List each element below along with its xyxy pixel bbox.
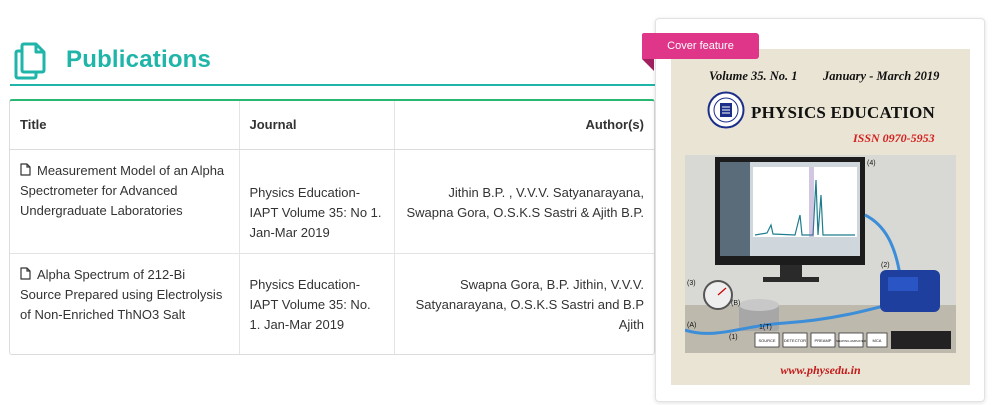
photo-label-1: (1) [729, 334, 738, 341]
title-cell: Measurement Model of an Alpha Spectromet… [10, 149, 240, 254]
photo-label-3: (3) [687, 280, 696, 287]
publication-link[interactable]: Alpha Spectrum of 212-Bi Source Prepared… [20, 267, 222, 322]
journal-cell: Physics Education-IAPT Volume 35: No. 1.… [239, 253, 395, 354]
copy-documents-icon [14, 42, 46, 80]
authors-cell: Swapna Gora, B.P. Jithin, V.V.V. Satyana… [415, 276, 644, 332]
document-icon [20, 266, 31, 280]
photo-label-a: (A) [687, 322, 696, 329]
photo-label-b: (B) [731, 300, 740, 307]
document-icon [20, 162, 31, 176]
title-cell: Alpha Spectrum of 212-Bi Source Prepared… [10, 253, 240, 354]
cover-journal-name: PHYSICS EDUCATION [751, 103, 935, 122]
diagram-source-label: SOURCE [758, 338, 775, 343]
ribbon-fold [642, 59, 654, 71]
journal-cell: Physics Education-IAPT Volume 35: No 1. … [239, 149, 395, 254]
diagram-preamp-label: PREAMP [815, 338, 832, 343]
publication-title: Alpha Spectrum of 212-Bi Source Prepared… [20, 266, 223, 322]
publications-table: Title Journal Author(s) Measurement Mode… [9, 99, 655, 355]
column-header-authors[interactable]: Author(s) [394, 101, 654, 150]
column-header-journal[interactable]: Journal [239, 101, 395, 150]
photo-label-2: (2) [881, 262, 890, 269]
journal-cover-image[interactable]: Volume 35. No. 1 January - March 2019 PH… [671, 49, 970, 385]
lab-setup-photo: SOURCE DETECTOR PREAMP SHAPING AMPLIFIER… [685, 155, 956, 353]
diagram-shaping-amplifier-label: SHAPING AMPLIFIER [836, 339, 867, 343]
cover-date: January - March 2019 [823, 69, 940, 83]
table-row: Alpha Spectrum of 212-Bi Source Prepared… [10, 253, 654, 354]
table-header-row: Title Journal Author(s) [10, 101, 654, 150]
diagram-detector-label: DETECTOR [784, 338, 806, 343]
cover-feature-card: Volume 35. No. 1 January - March 2019 PH… [655, 18, 985, 402]
association-logo-icon [707, 91, 745, 129]
cover-url: www.physedu.in [780, 363, 861, 377]
section-title: Publications [66, 46, 212, 73]
authors-cell: Jithin B.P. , V.V.V. Satyanarayana, Swap… [394, 149, 654, 254]
photo-label-4: (4) [867, 160, 876, 167]
cover-feature-ribbon: Cover feature [642, 33, 759, 59]
cover-issn: ISSN 0970-5953 [853, 131, 935, 145]
cover-volume: Volume 35. No. 1 [709, 69, 798, 83]
publication-link[interactable]: Measurement Model of an Alpha Spectromet… [20, 163, 224, 218]
column-header-title[interactable]: Title [10, 101, 240, 150]
diagram-mca-label: MCA [873, 338, 882, 343]
publications-header: Publications [10, 38, 655, 86]
publication-title: Measurement Model of an Alpha Spectromet… [20, 162, 225, 218]
table-row: Measurement Model of an Alpha Spectromet… [10, 149, 654, 254]
photo-label-1t: 1(T) [759, 324, 772, 331]
